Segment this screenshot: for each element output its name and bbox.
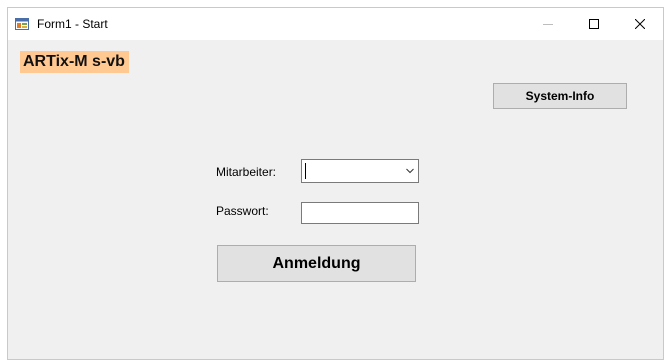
password-label: Passwort:: [216, 204, 269, 218]
chevron-down-icon[interactable]: [406, 168, 414, 174]
password-field[interactable]: [301, 202, 419, 224]
employee-combobox[interactable]: [301, 159, 419, 183]
minimize-button[interactable]: [525, 8, 571, 40]
form-client-area: ARTix-M s-vb System-Info Mitarbeiter: Pa…: [8, 40, 663, 359]
maximize-button[interactable]: [571, 8, 617, 40]
system-info-button[interactable]: System-Info: [493, 83, 627, 109]
login-button[interactable]: Anmeldung: [217, 245, 416, 282]
text-caret: [305, 163, 306, 179]
app-form-icon[interactable]: [15, 18, 29, 30]
window-title: Form1 - Start: [37, 17, 108, 31]
brand-label: ARTix-M s-vb: [20, 51, 129, 73]
title-bar[interactable]: Form1 - Start: [8, 8, 663, 40]
maximize-icon: [589, 19, 599, 29]
minimize-icon: [543, 24, 553, 25]
main-window: Form1 - Start ARTix-M s-vb System-Info M…: [8, 8, 663, 359]
employee-label: Mitarbeiter:: [216, 165, 277, 179]
close-icon: [635, 19, 645, 29]
close-button[interactable]: [617, 8, 663, 40]
